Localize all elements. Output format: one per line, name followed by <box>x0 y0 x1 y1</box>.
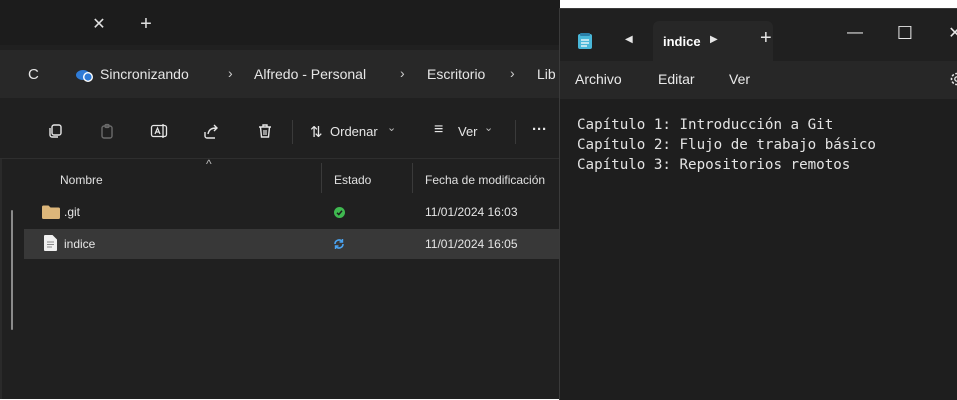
paste-icon <box>99 123 115 139</box>
syncing-icon <box>333 238 345 250</box>
chevron-down-icon: ⌄ <box>387 121 396 134</box>
close-icon: ✕ <box>92 14 105 34</box>
command-bar: ⇅ Ordenar ⌄ ≡ Ver ⌄ ··· <box>0 104 560 159</box>
file-modified: 11/01/2024 16:05 <box>425 237 518 251</box>
paste-button[interactable] <box>96 120 118 142</box>
close-button[interactable]: ✕ <box>940 21 957 45</box>
close-tab-button[interactable]: ✕ <box>87 12 111 36</box>
new-tab-button[interactable]: + <box>134 12 158 36</box>
more-options-button[interactable]: ··· <box>532 121 547 138</box>
file-name: .git <box>64 205 80 219</box>
address-bar[interactable]: C Sincronizando › Alfredo - Personal › E… <box>0 50 560 98</box>
plus-icon: + <box>140 13 152 36</box>
sort-icon: ⇅ <box>310 123 323 141</box>
onedrive-sync-icon <box>75 67 95 83</box>
column-divider[interactable] <box>321 163 322 193</box>
trash-icon <box>257 123 273 139</box>
breadcrumb-separator: › <box>228 65 233 81</box>
sort-label: Ordenar <box>330 124 378 139</box>
column-header-name[interactable]: Nombre <box>60 173 103 187</box>
breadcrumb-sincronizando[interactable]: Sincronizando <box>100 66 189 82</box>
settings-gear-icon[interactable] <box>949 71 957 87</box>
file-row-git[interactable]: .git 11/01/2024 16:03 <box>24 197 560 227</box>
notepad-menu-bar: Archivo Editar Ver <box>560 61 957 99</box>
maximize-button[interactable]: ☐ <box>890 21 920 45</box>
navigation-pane-edge <box>0 159 2 399</box>
previous-tab-button[interactable]: ◀ <box>625 34 633 45</box>
navigation-scrollbar[interactable] <box>11 210 13 330</box>
synced-check-icon <box>334 207 345 218</box>
file-modified: 11/01/2024 16:03 <box>425 205 518 219</box>
column-divider[interactable] <box>412 163 413 193</box>
view-button[interactable]: ≡ Ver ⌄ <box>434 120 504 142</box>
column-header-modified[interactable]: Fecha de modificación <box>425 173 545 187</box>
notepad-app-icon <box>578 33 592 49</box>
view-icon: ≡ <box>434 121 443 139</box>
file-explorer-window: ✕ + C Sincronizando › Alfredo - Personal… <box>0 0 560 399</box>
delete-button[interactable] <box>254 120 276 142</box>
file-list: ^ Nombre Estado Fecha de modificación .g… <box>24 159 560 399</box>
tab-title: indice <box>663 34 701 49</box>
menu-ver[interactable]: Ver <box>729 71 750 87</box>
close-icon: ✕ <box>948 23 957 43</box>
file-name: indice <box>64 237 95 251</box>
rename-button[interactable] <box>148 120 170 142</box>
refresh-button[interactable]: C <box>28 66 39 83</box>
minimize-button[interactable]: — <box>840 21 870 45</box>
refresh-icon: C <box>28 66 39 83</box>
file-row-indice[interactable]: indice 11/01/2024 16:05 <box>24 229 560 259</box>
explorer-tab-bar: ✕ + <box>0 0 560 45</box>
text-editor[interactable]: Capítulo 1: Introducción a Git Capítulo … <box>560 99 957 400</box>
folder-icon <box>42 205 60 219</box>
chevron-down-icon: ⌄ <box>484 121 493 134</box>
divider <box>515 120 516 144</box>
notepad-window: ◀ indice ▶ + — ☐ ✕ Archivo Editar Ver Ca… <box>559 8 957 400</box>
breadcrumb-separator: › <box>400 65 405 81</box>
next-tab-button[interactable]: ▶ <box>710 34 718 45</box>
text-line: Capítulo 3: Repositorios remotos <box>577 157 850 173</box>
breadcrumb-lib[interactable]: Lib <box>537 66 556 82</box>
share-icon <box>203 123 219 139</box>
rename-icon <box>150 123 168 139</box>
divider <box>292 120 293 144</box>
view-label: Ver <box>458 124 478 139</box>
text-line: Capítulo 1: Introducción a Git <box>577 117 833 133</box>
text-file-icon <box>44 235 57 251</box>
breadcrumb-separator: › <box>510 65 515 81</box>
breadcrumb-escritorio[interactable]: Escritorio <box>427 66 485 82</box>
breadcrumb-alfredo-personal[interactable]: Alfredo - Personal <box>254 66 366 82</box>
menu-editar[interactable]: Editar <box>658 71 695 87</box>
text-line: Capítulo 2: Flujo de trabajo básico <box>577 137 876 153</box>
menu-archivo[interactable]: Archivo <box>575 71 622 87</box>
share-button[interactable] <box>200 120 222 142</box>
sort-button[interactable]: ⇅ Ordenar ⌄ <box>310 120 410 142</box>
new-tab-button[interactable]: + <box>760 27 772 50</box>
sort-ascending-icon: ^ <box>206 157 212 171</box>
minimize-icon: — <box>847 24 863 42</box>
notepad-title-bar[interactable]: ◀ indice ▶ + — ☐ ✕ <box>560 9 957 61</box>
column-header-status[interactable]: Estado <box>334 173 371 187</box>
copy-button[interactable] <box>44 120 66 142</box>
copy-icon <box>47 123 63 139</box>
maximize-icon: ☐ <box>897 23 913 44</box>
